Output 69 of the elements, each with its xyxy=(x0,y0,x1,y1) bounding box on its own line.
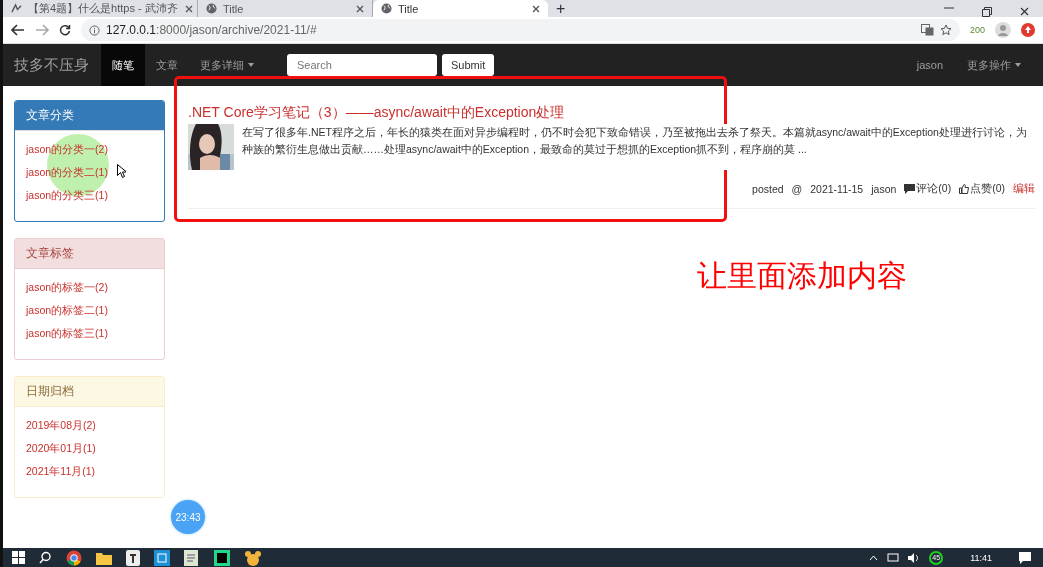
article-title[interactable]: .NET Core学习笔记（3）——async/await中的Exception处理 xyxy=(188,104,565,121)
caret-icon xyxy=(1015,63,1021,67)
site-brand[interactable]: 技多不压身 xyxy=(3,55,101,75)
new-tab-button[interactable]: + xyxy=(548,0,574,17)
meta-label: @ xyxy=(791,183,803,195)
sidebar-link[interactable]: jason的标签一(2) xyxy=(26,280,153,295)
clock-time: 11:41 xyxy=(970,552,992,563)
app-icon[interactable] xyxy=(154,549,170,566)
restore-icon[interactable] xyxy=(982,7,992,17)
panel-heading: 文章分类 xyxy=(15,101,164,131)
sidebar-link[interactable]: jason的分类一(2) xyxy=(26,142,153,157)
globe-icon xyxy=(381,3,392,14)
nav-item[interactable]: 随笔 xyxy=(101,44,145,86)
cursor-icon xyxy=(117,164,126,178)
chevron-up-icon[interactable] xyxy=(869,554,879,561)
sidebar-link[interactable]: jason的分类二(1) xyxy=(26,165,153,180)
avatar-icon[interactable] xyxy=(995,22,1011,38)
caret-icon xyxy=(248,63,254,67)
more-menu[interactable]: 更多操作 xyxy=(967,44,1021,86)
browser-tab[interactable]: Title xyxy=(373,0,548,17)
folder-icon[interactable] xyxy=(96,550,112,565)
close-icon[interactable] xyxy=(1020,7,1029,16)
search-field[interactable]: Search xyxy=(287,54,437,76)
network-icon[interactable] xyxy=(887,552,900,563)
meta-label: posted xyxy=(752,183,784,195)
panel-heading: 日期归档 xyxy=(15,377,164,407)
user-link[interactable]: jason xyxy=(916,44,943,86)
comment-icon xyxy=(904,184,916,194)
star-icon[interactable] xyxy=(939,24,952,36)
panel-heading: 文章标签 xyxy=(15,239,164,269)
nav-item[interactable]: 更多详细 xyxy=(189,44,265,86)
like-count[interactable]: 点赞(0) xyxy=(970,182,1005,196)
search-icon[interactable] xyxy=(39,551,52,564)
edit-link[interactable]: 编辑 xyxy=(1013,182,1035,196)
close-icon[interactable] xyxy=(532,4,540,13)
sidebar-link[interactable]: 2020年01月(1) xyxy=(26,441,153,456)
notepad-icon[interactable] xyxy=(184,549,200,566)
post-author: jason xyxy=(871,183,897,195)
reload-icon[interactable] xyxy=(59,24,71,36)
sidebar-link[interactable]: 2019年08月(2) xyxy=(26,418,153,433)
globe-icon xyxy=(206,3,217,14)
sidebar-link[interactable]: 2021年11月(1) xyxy=(26,464,153,479)
close-icon[interactable] xyxy=(185,4,193,13)
notification-icon[interactable] xyxy=(1019,551,1031,564)
browser-tab[interactable]: 【第4题】什么是https - 武沛齐 xyxy=(3,0,198,17)
submit-button[interactable]: Submit xyxy=(442,54,495,76)
back-icon[interactable] xyxy=(11,24,25,36)
ide-icon[interactable] xyxy=(214,549,230,566)
annotation-text: 让里面添加内容 xyxy=(697,258,907,294)
chrome-icon[interactable] xyxy=(66,549,82,566)
address-bar[interactable]: 127.0.0.1:8000/jason/archive/2021-11/# xyxy=(81,19,960,41)
nav-item[interactable]: 文章 xyxy=(145,44,189,86)
sidebar-link[interactable]: jason的分类三(1) xyxy=(26,188,153,203)
site-icon xyxy=(11,3,22,14)
thumbs-up-icon xyxy=(959,184,970,194)
extension-badge[interactable]: 200 xyxy=(969,25,985,35)
comment-count[interactable]: 评论(0) xyxy=(916,182,952,196)
post-date: 2021-11-15 xyxy=(810,183,864,195)
close-icon[interactable] xyxy=(356,4,364,13)
url-text: 127.0.0.1:8000/jason/archive/2021-11/# xyxy=(106,23,317,37)
browser-tab[interactable]: Title xyxy=(198,0,373,17)
windows-icon[interactable] xyxy=(12,551,25,564)
translate-icon[interactable] xyxy=(920,24,934,36)
sidebar-link[interactable]: jason的标签二(1) xyxy=(26,303,153,318)
update-icon[interactable] xyxy=(1021,23,1035,37)
document-icon[interactable] xyxy=(126,549,140,566)
info-icon xyxy=(89,24,100,36)
sidebar-link[interactable]: jason的标签三(1) xyxy=(26,326,153,341)
volume-icon[interactable] xyxy=(908,552,921,563)
